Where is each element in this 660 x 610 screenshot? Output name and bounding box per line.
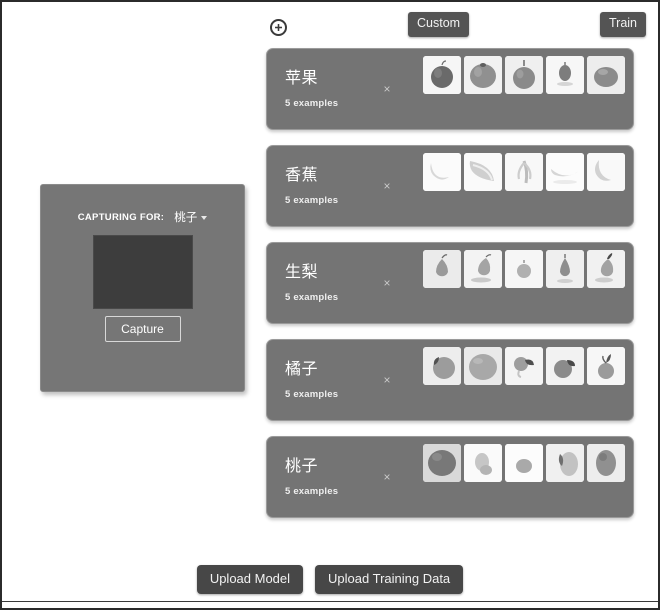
peach-pale-upright-thumbnail[interactable]: [464, 444, 502, 482]
tangerine-large-round-thumbnail[interactable]: [464, 347, 502, 385]
class-example-count: 5 examples: [285, 486, 339, 497]
capture-button[interactable]: Capture: [104, 316, 181, 342]
custom-button[interactable]: Custom: [408, 12, 470, 37]
thumbnail-strip: [423, 444, 625, 482]
apple-small-centered-thumbnail[interactable]: [546, 56, 584, 94]
footer-actions: Upload Model Upload Training Data: [2, 564, 658, 594]
capture-panel: CAPTURING FOR: 桃子 Capture: [40, 184, 245, 392]
thumbnail-strip: [423, 250, 625, 288]
class-example-count: 5 examples: [285, 195, 339, 206]
tangerine-leaf-side-thumbnail[interactable]: [505, 347, 543, 385]
pear-small-round-thumbnail[interactable]: [505, 250, 543, 288]
banana-curved-single-thumbnail[interactable]: [423, 153, 461, 191]
class-card[interactable]: 香蕉 5 examples ×: [266, 145, 634, 227]
thumbnail-strip: [423, 56, 625, 94]
tangerine-dark-leaf-thumbnail[interactable]: [546, 347, 584, 385]
plus-circle-icon[interactable]: [270, 19, 287, 36]
class-card[interactable]: 橘子 5 examples ×: [266, 339, 634, 421]
tangerine-small-leaf-top-thumbnail[interactable]: [587, 347, 625, 385]
apple-dark-stem-thumbnail[interactable]: [423, 56, 461, 94]
upload-training-data-button[interactable]: Upload Training Data: [315, 564, 464, 594]
top-toolbar: Custom Train: [2, 2, 658, 46]
class-dropdown[interactable]: 桃子: [174, 209, 208, 225]
upload-model-button[interactable]: Upload Model: [196, 564, 304, 594]
peach-oval-shaded-thumbnail[interactable]: [587, 444, 625, 482]
banana-crescent-pair-thumbnail[interactable]: [464, 153, 502, 191]
apple-tall-stem-thumbnail[interactable]: [505, 56, 543, 94]
thumbnail-strip: [423, 347, 625, 385]
pear-tilted-shadow-thumbnail[interactable]: [464, 250, 502, 288]
pear-dark-stem-curved-thumbnail[interactable]: [587, 250, 625, 288]
peach-small-centered-thumbnail[interactable]: [505, 444, 543, 482]
class-list: 苹果 5 examples × 香蕉 5 examples × 生梨 5 exa…: [266, 48, 634, 533]
class-card[interactable]: 生梨 5 examples ×: [266, 242, 634, 324]
tangerine-with-leaf-thumbnail[interactable]: [423, 347, 461, 385]
footer-divider: [2, 601, 658, 602]
class-example-count: 5 examples: [285, 389, 339, 400]
train-button[interactable]: Train: [599, 12, 646, 37]
peach-with-stem-leaf-thumbnail[interactable]: [546, 444, 584, 482]
delete-class-button[interactable]: ×: [380, 82, 394, 96]
class-example-count: 5 examples: [285, 292, 339, 303]
delete-class-button[interactable]: ×: [380, 373, 394, 387]
banana-upright-peeled-thumbnail[interactable]: [505, 153, 543, 191]
app-window: Custom Train CAPTURING FOR: 桃子 Capture 苹…: [0, 0, 660, 610]
class-dropdown-value: 桃子: [174, 212, 198, 224]
peach-dark-round-thumbnail[interactable]: [423, 444, 461, 482]
apple-round-top-thumbnail[interactable]: [464, 56, 502, 94]
banana-short-curve-thumbnail[interactable]: [587, 153, 625, 191]
delete-class-button[interactable]: ×: [380, 470, 394, 484]
pear-upright-stem-thumbnail[interactable]: [423, 250, 461, 288]
class-example-count: 5 examples: [285, 98, 339, 109]
thumbnail-strip: [423, 153, 625, 191]
capture-header: CAPTURING FOR: 桃子: [41, 209, 244, 225]
capturing-for-label: CAPTURING FOR:: [77, 211, 165, 223]
class-card[interactable]: 苹果 5 examples ×: [266, 48, 634, 130]
class-card[interactable]: 桃子 5 examples ×: [266, 436, 634, 518]
delete-class-button[interactable]: ×: [380, 276, 394, 290]
apple-wide-glossy-thumbnail[interactable]: [587, 56, 625, 94]
delete-class-button[interactable]: ×: [380, 179, 394, 193]
webcam-preview: [92, 235, 193, 309]
pear-tall-slim-thumbnail[interactable]: [546, 250, 584, 288]
banana-lying-horizontal-thumbnail[interactable]: [546, 153, 584, 191]
chevron-down-icon: [201, 216, 208, 220]
